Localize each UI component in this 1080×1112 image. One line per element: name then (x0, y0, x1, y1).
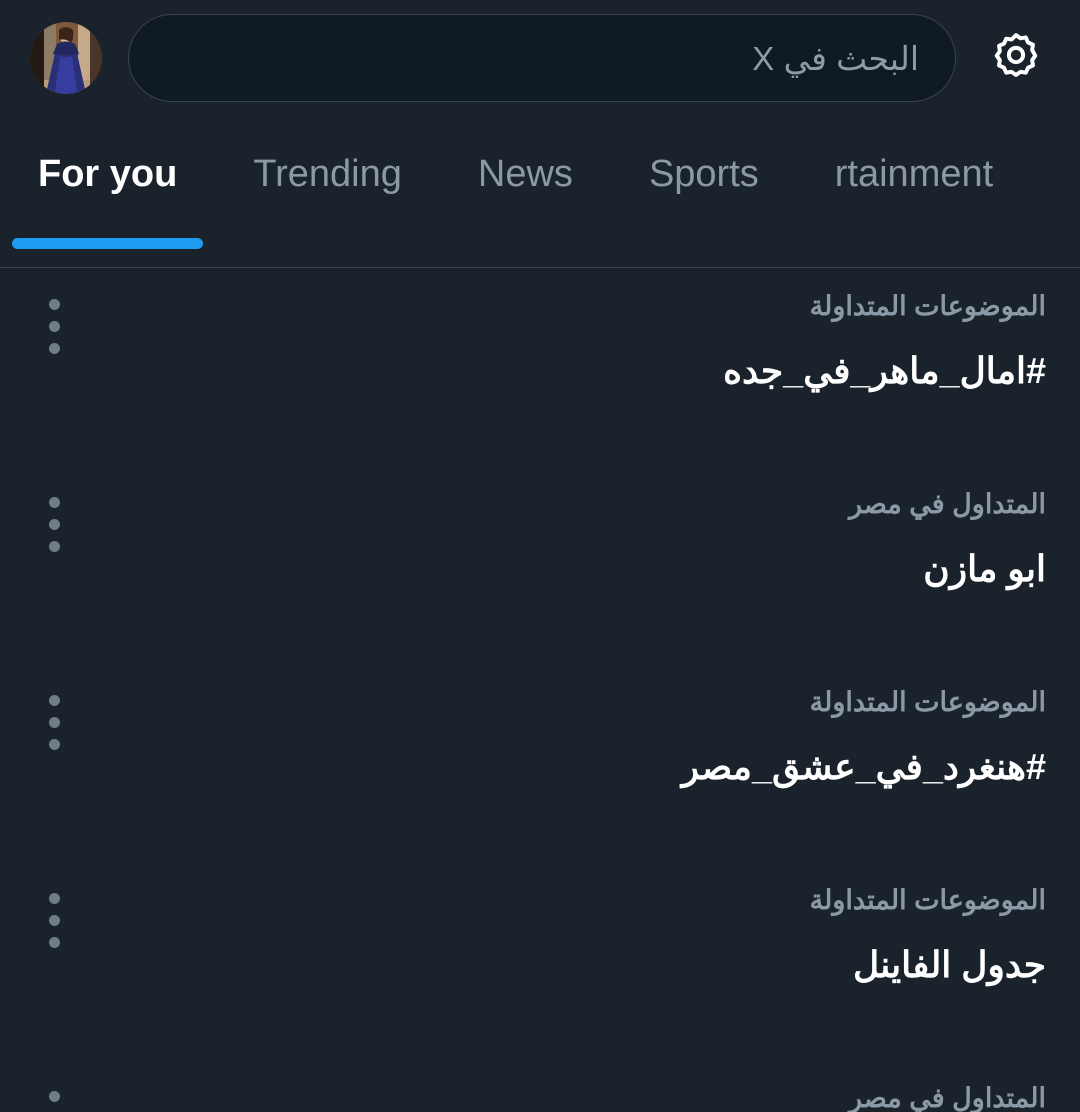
tab-bar: rtainment Sports News Trending For you (0, 116, 1080, 268)
tab-trending[interactable]: Trending (215, 116, 440, 267)
tab-sports[interactable]: Sports (611, 116, 797, 267)
tab-label: News (477, 153, 573, 195)
trend-item[interactable]: الموضوعات المتداولة #هنغرد_في_عشق_مصر (0, 664, 1080, 862)
gear-icon (994, 33, 1038, 77)
avatar-image (30, 22, 102, 94)
trend-title: #هنغرد_في_عشق_مصر (681, 746, 1046, 788)
trend-item[interactable]: الموضوعات المتداولة جدول الفاينل (0, 862, 1080, 1060)
tab-for-you[interactable]: For you (0, 116, 215, 267)
settings-button[interactable] (978, 20, 1054, 96)
more-vertical-icon[interactable] (26, 294, 82, 358)
trend-title: ابو مازن (923, 548, 1046, 590)
trend-category: الموضوعات المتداولة (809, 687, 1046, 717)
tab-list[interactable]: rtainment Sports News Trending For you (0, 116, 1080, 267)
trend-item[interactable]: الموضوعات المتداولة #امال_ماهر_في_جده (0, 268, 1080, 466)
tab-news[interactable]: News (440, 116, 611, 267)
trend-item[interactable]: المتداول في مصر ابو مازن (0, 466, 1080, 664)
more-vertical-icon[interactable] (26, 1086, 82, 1112)
trend-title: جدول الفاينل (853, 944, 1046, 986)
trend-item[interactable]: المتداول في مصر (0, 1060, 1080, 1112)
more-vertical-icon[interactable] (26, 690, 82, 754)
more-vertical-icon[interactable] (26, 888, 82, 952)
tab-label: Sports (648, 153, 759, 195)
search-input[interactable]: البحث في X (128, 14, 956, 102)
trends-list: الموضوعات المتداولة #امال_ماهر_في_جده ال… (0, 268, 1080, 1112)
tab-label: For you (38, 153, 178, 195)
tab-entertainment[interactable]: rtainment (797, 116, 1031, 267)
trend-category: الموضوعات المتداولة (809, 291, 1046, 321)
more-vertical-icon[interactable] (26, 492, 82, 556)
avatar[interactable] (30, 22, 102, 94)
search-placeholder: البحث في X (752, 39, 919, 77)
tab-label: Trending (253, 153, 402, 195)
trend-category: المتداول في مصر (848, 1083, 1046, 1112)
trend-category: المتداول في مصر (848, 489, 1046, 519)
trend-category: الموضوعات المتداولة (809, 885, 1046, 915)
top-header: البحث في X (0, 0, 1080, 116)
tab-label: rtainment (834, 153, 994, 195)
active-tab-indicator (12, 238, 204, 249)
trend-title: #امال_ماهر_في_جده (723, 350, 1046, 392)
